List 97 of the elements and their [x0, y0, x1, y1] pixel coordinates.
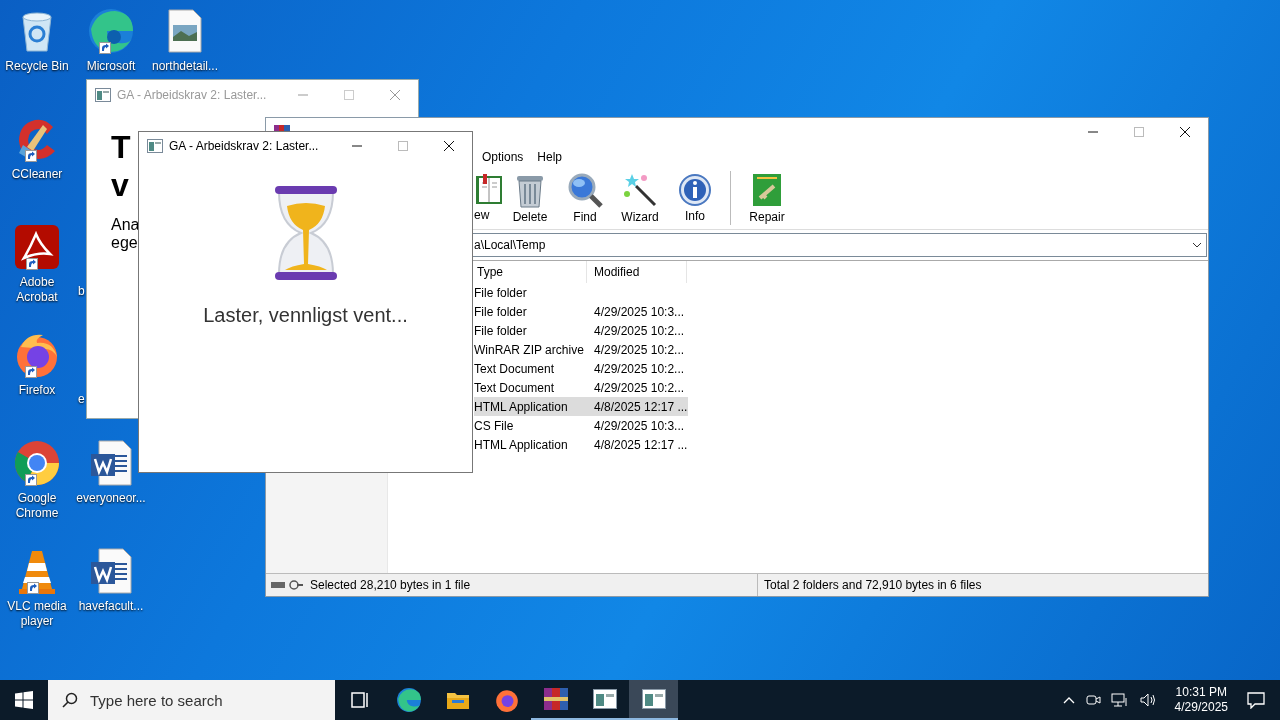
window-title: GA - Arbeidskrav 2: Laster... [117, 88, 268, 102]
edge-browser-icon[interactable] [395, 687, 422, 713]
file-row[interactable]: CS File 4/29/2025 10:3... [474, 416, 688, 435]
shortcut-arrow-icon [25, 150, 37, 162]
speaker-icon[interactable] [1138, 692, 1157, 708]
toolbar-button[interactable]: Delete [504, 172, 556, 224]
icon-label[interactable]: Google Chrome [1, 491, 73, 521]
loading-message: Laster, vennligst vent... [203, 304, 408, 327]
icon-label[interactable]: northdetail... [151, 59, 218, 74]
icon-label[interactable]: CCleaner [11, 167, 63, 182]
file-row[interactable]: HTML Application 4/8/2025 12:17 ... [474, 397, 688, 416]
clock-date[interactable]: 4/29/2025 [1174, 700, 1228, 715]
window-app-icon[interactable] [592, 689, 617, 709]
book-icon [474, 174, 504, 206]
shortcut-arrow-icon [26, 258, 38, 270]
window-app-icon [147, 139, 163, 153]
notifications-icon[interactable] [1246, 691, 1266, 709]
search-icon [62, 692, 78, 708]
acrobat-icon[interactable] [14, 224, 60, 270]
file-row[interactable]: HTML Application 4/8/2025 12:17 ... [474, 435, 688, 454]
shortcut-arrow-icon [25, 366, 37, 378]
table-cell-text: 4/29/2025 10:2... [593, 342, 685, 357]
file-row[interactable]: File folder [474, 283, 688, 302]
icon-label[interactable]: Recycle Bin [5, 59, 69, 74]
file-row[interactable]: Text Document 4/29/2025 10:2... [474, 359, 688, 378]
paragraph: Ana ege [111, 216, 140, 252]
icon-label[interactable]: VLC media player [1, 599, 73, 629]
shortcut-arrow-icon [99, 42, 111, 54]
status-text: Selected 28,210 bytes in 1 file [310, 578, 471, 592]
table-cell-text: HTML Application [474, 437, 569, 452]
window-title: GA - Arbeidskrav 2: Laster... [169, 139, 320, 153]
page-heading: T v [111, 128, 131, 204]
shortcut-arrow-icon [25, 474, 37, 486]
image-file-icon[interactable] [167, 9, 203, 53]
table-cell-text: 4/29/2025 10:2... [593, 380, 685, 395]
network-icon[interactable] [1110, 692, 1129, 708]
window-app-icon [95, 88, 111, 102]
word-document-icon[interactable] [89, 548, 133, 594]
menu-item[interactable]: Options [482, 149, 524, 164]
icon-label[interactable]: Microsoft [86, 59, 136, 74]
word-document-icon[interactable] [89, 440, 133, 486]
camera-icon[interactable] [1084, 692, 1101, 708]
firefox-icon[interactable] [493, 687, 520, 713]
file-row[interactable]: File folder 4/29/2025 10:3... [474, 302, 688, 321]
search-field[interactable]: Type here to search [48, 680, 335, 720]
toolbar-button[interactable]: Wizard [614, 172, 666, 224]
icon-label[interactable]: b [78, 284, 85, 299]
icon-label[interactable]: havefacult... [78, 599, 144, 614]
dropdown-caret-icon[interactable] [1192, 242, 1202, 248]
toolbar-button[interactable]: ew [474, 174, 504, 222]
table-cell-text: 4/8/2025 12:17 ... [593, 437, 688, 452]
table-cell-text: 4/29/2025 10:3... [593, 418, 685, 433]
clock-time[interactable]: 10:31 PM [1175, 685, 1227, 700]
task-view-icon[interactable] [349, 691, 370, 709]
file-row[interactable]: Text Document 4/29/2025 10:2... [474, 378, 688, 397]
repair-kit-icon [751, 172, 783, 208]
icon-label[interactable]: everyoneor... [76, 491, 146, 506]
table-cell-text: Text Document [474, 361, 556, 376]
search-icon [567, 172, 603, 208]
close-button[interactable] [1179, 126, 1191, 138]
table-cell-text: File folder [474, 304, 528, 319]
chevron-up-icon[interactable] [1062, 696, 1075, 704]
magic-wand-icon [622, 172, 658, 208]
books-app-icon[interactable] [542, 686, 569, 712]
table-cell-text: Text Document [474, 380, 556, 395]
table-cell-text: 4/29/2025 10:3... [593, 304, 685, 319]
icon-label[interactable]: Firefox [18, 383, 56, 398]
table-cell-text: 4/29/2025 10:2... [593, 323, 685, 338]
column-header[interactable]: Type [474, 261, 587, 283]
table-cell-text: File folder [474, 323, 528, 338]
path-field[interactable]: a\Local\Temp [474, 238, 546, 252]
toolbar-button[interactable]: Repair [741, 172, 793, 224]
column-header[interactable]: Modified [587, 261, 687, 283]
icon-label[interactable]: e [78, 392, 85, 407]
table-cell-text: HTML Application [474, 399, 569, 414]
status-text: Total 2 folders and 72,910 bytes in 6 files [764, 578, 982, 592]
window-app-icon[interactable] [641, 689, 666, 709]
table-cell-text: CS File [474, 418, 515, 433]
chrome-icon[interactable] [13, 439, 61, 487]
menu-item[interactable]: Help [537, 149, 563, 164]
folder-icon[interactable] [445, 690, 470, 710]
shortcut-arrow-icon [27, 582, 39, 594]
table-cell-text: 4/8/2025 12:17 ... [593, 399, 688, 414]
toolbar-button[interactable]: Info [669, 173, 721, 223]
drive-key-icon [270, 579, 304, 591]
info-icon [678, 173, 712, 207]
hourglass-icon [272, 184, 339, 282]
table-cell-text: File folder [474, 285, 528, 300]
table-cell-text: 4/29/2025 10:2... [593, 361, 685, 376]
table-cell-text: WinRAR ZIP archive [474, 342, 585, 357]
file-row[interactable]: File folder 4/29/2025 10:2... [474, 321, 688, 340]
windows-start-button[interactable] [15, 691, 33, 709]
edge-browser-icon[interactable] [87, 7, 135, 55]
icon-label[interactable]: Adobe Acrobat [1, 275, 73, 305]
close-button[interactable] [443, 140, 455, 152]
toolbar-button[interactable]: Find [559, 172, 611, 224]
file-row[interactable]: WinRAR ZIP archive 4/29/2025 10:2... [474, 340, 688, 359]
